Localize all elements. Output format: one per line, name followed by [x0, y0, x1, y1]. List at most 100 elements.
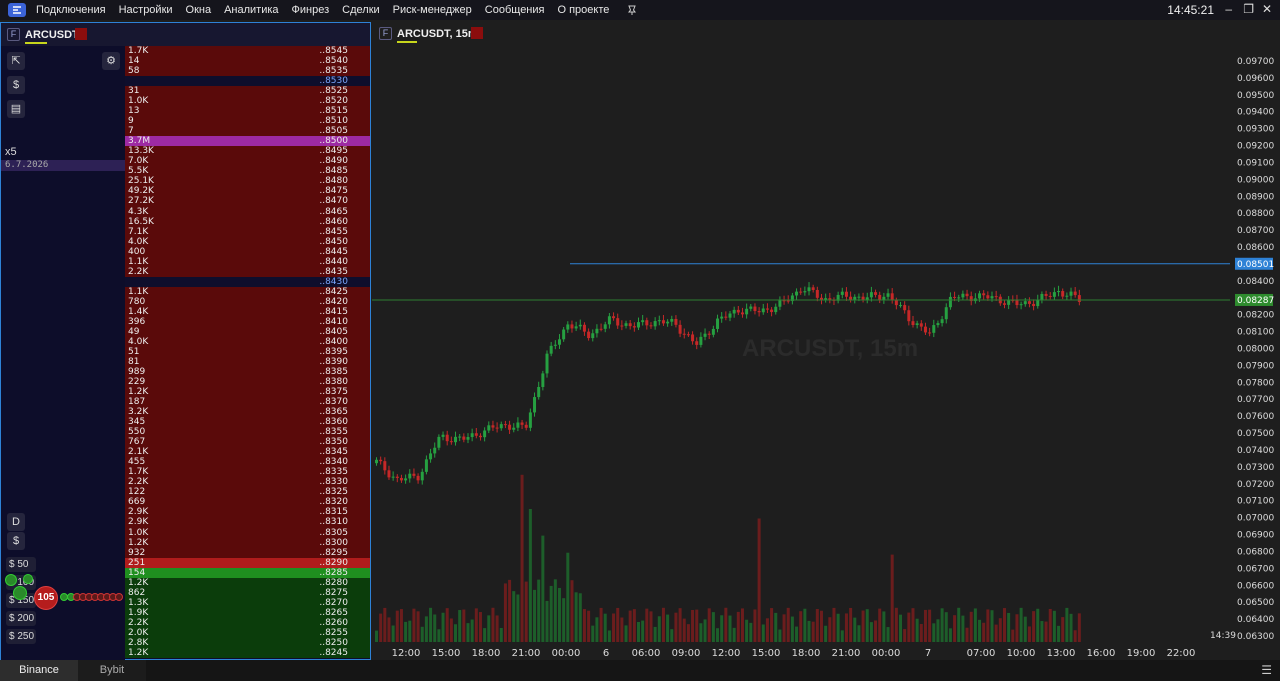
tab-binance[interactable]: Binance [0, 660, 78, 681]
orderbook-row[interactable]: 4.0K ..8400 [125, 336, 370, 347]
orderbook-row[interactable]: 49 ..8405 [125, 326, 370, 337]
orderbook-row[interactable]: 1.7K ..8335 [125, 467, 370, 478]
gear-icon[interactable]: ⚙ [102, 52, 120, 70]
orderbook-row[interactable]: 767 ..8350 [125, 437, 370, 448]
add-chart-icon[interactable]: ⇱ [7, 52, 25, 70]
dollar-icon[interactable]: $ [7, 76, 25, 94]
candle-body [595, 328, 599, 334]
menu-windows[interactable]: Окна [186, 4, 212, 16]
orderbook-row[interactable]: 13.3K ..8495 [125, 146, 370, 157]
minimize-icon[interactable]: – [1225, 2, 1232, 16]
orderbook-row[interactable]: 1.2K ..8280 [125, 577, 370, 588]
orderbook-row[interactable]: 51 ..8395 [125, 346, 370, 357]
price-axis[interactable]: 0.09700 0.09600 0.09500 0.09400 0.09300 0.092… [1235, 57, 1274, 642]
orderbook-row[interactable]: 1.9K ..8265 [125, 607, 370, 618]
orderbook-row[interactable]: 2.1K ..8345 [125, 447, 370, 458]
orderbook-row[interactable]: 81 ..8390 [125, 356, 370, 367]
volume-bar [445, 608, 449, 642]
calculator-icon[interactable]: ▤ [7, 100, 25, 118]
chart-canvas[interactable]: ARCUSDT, 15m 0.09700 0.09600 0.09500 0.0940… [372, 46, 1280, 660]
orderbook-row[interactable]: 2.2K ..8260 [125, 617, 370, 628]
orderbook-row[interactable]: 13 ..8515 [125, 106, 370, 117]
menu-risk-manager[interactable]: Риск-менеджер [393, 4, 472, 16]
candle-body [1077, 295, 1081, 302]
orderbook-row[interactable]: 1.2K ..8375 [125, 387, 370, 398]
orderbook-row[interactable]: 154 ..8285 [125, 567, 370, 578]
pin-icon[interactable] [626, 4, 638, 16]
orderbook-symbol[interactable]: ARCUSDT [25, 29, 79, 41]
orderbook-row[interactable]: 7.1K ..8455 [125, 226, 370, 237]
orderbook-row[interactable]: 58 ..8535 [125, 66, 370, 77]
orderbook-row[interactable]: 455 ..8340 [125, 457, 370, 468]
orderbook-row[interactable]: 7 ..8505 [125, 126, 370, 137]
leverage-multiplier[interactable]: x5 [5, 146, 17, 158]
orderbook-row[interactable]: ..8430 [125, 276, 370, 287]
orderbook-row[interactable]: 14 ..8540 [125, 56, 370, 67]
orderbook-row[interactable]: 1.1K ..8440 [125, 256, 370, 267]
orderbook-row[interactable]: 1.4K ..8415 [125, 306, 370, 317]
orderbook-row[interactable]: 400 ..8445 [125, 246, 370, 257]
orderbook-row[interactable]: 1.0K ..8520 [125, 96, 370, 107]
orderbook-row[interactable]: 187 ..8370 [125, 397, 370, 408]
orderbook-row[interactable]: 396 ..8410 [125, 316, 370, 327]
list-icon[interactable]: ☰ [1261, 663, 1272, 677]
price-chart[interactable]: ARCUSDT, 15m 0.09700 0.09600 0.09500 0.0940… [372, 46, 1280, 660]
orderbook-row[interactable]: 669 ..8320 [125, 497, 370, 508]
orderbook-row[interactable]: 345 ..8360 [125, 417, 370, 428]
candle-body [928, 332, 932, 334]
orderbook-row[interactable]: 989 ..8385 [125, 367, 370, 378]
orderbook-row[interactable]: 5.5K ..8485 [125, 166, 370, 177]
chart-title[interactable]: ARCUSDT, 15m [397, 28, 478, 40]
amount-250-button[interactable]: $ 250 [6, 629, 36, 644]
orderbook-row[interactable]: 25.1K ..8480 [125, 176, 370, 187]
mode-d-button[interactable]: D [7, 513, 25, 531]
orderbook-row[interactable]: 1.1K ..8425 [125, 286, 370, 297]
orderbook-row[interactable]: 4.3K ..8465 [125, 206, 370, 217]
orderbook-row[interactable]: 7.0K ..8490 [125, 156, 370, 167]
amount-50-button[interactable]: $ 50 [6, 557, 36, 572]
orderbook-row[interactable]: 3.7M ..8500 [125, 136, 370, 147]
menu-connections[interactable]: Подключения [36, 4, 106, 16]
orderbook-row[interactable]: 1.7K ..8545 [125, 46, 370, 57]
orderbook-row[interactable]: 251 ..8290 [125, 557, 370, 568]
menu-settings[interactable]: Настройки [119, 4, 173, 16]
restore-icon[interactable]: ❐ [1243, 2, 1254, 16]
menu-analytics[interactable]: Аналитика [224, 4, 278, 16]
orderbook-row[interactable]: 27.2K ..8470 [125, 196, 370, 207]
orderbook-row[interactable]: 780 ..8420 [125, 296, 370, 307]
chart-color-marker[interactable] [471, 27, 483, 39]
orderbook-row[interactable]: 49.2K ..8475 [125, 186, 370, 197]
orderbook-row[interactable]: 1.2K ..8300 [125, 537, 370, 548]
time-tick-label: 00:00 [552, 648, 581, 659]
orderbook-row[interactable]: 31 ..8525 [125, 86, 370, 97]
orderbook-row[interactable]: 3.2K ..8365 [125, 407, 370, 418]
orderbook-row[interactable]: 2.9K ..8310 [125, 517, 370, 528]
orderbook-row[interactable]: 16.5K ..8460 [125, 216, 370, 227]
orderbook-row[interactable]: 1.2K ..8245 [125, 647, 370, 658]
tab-bybit[interactable]: Bybit [78, 660, 146, 681]
price-tick-label: 0.09100 [1237, 158, 1274, 168]
orderbook-row[interactable]: 2.0K ..8255 [125, 627, 370, 638]
orderbook-row[interactable]: 1.3K ..8270 [125, 597, 370, 608]
orderbook-row[interactable]: 4.0K ..8450 [125, 236, 370, 247]
orderbook-row[interactable]: 2.9K ..8315 [125, 507, 370, 518]
orderbook-row[interactable]: 2.2K ..8435 [125, 266, 370, 277]
orderbook-row[interactable]: 122 ..8325 [125, 487, 370, 498]
close-icon[interactable]: ✕ [1262, 2, 1272, 16]
menu-messages[interactable]: Сообщения [485, 4, 545, 16]
orderbook-row[interactable]: 2.8K ..8250 [125, 637, 370, 648]
orderbook-row[interactable]: 862 ..8275 [125, 587, 370, 598]
menu-trades[interactable]: Сделки [342, 4, 380, 16]
menu-about[interactable]: О проекте [557, 4, 609, 16]
orderbook-row[interactable]: 9 ..8510 [125, 116, 370, 127]
orderbook-row[interactable]: 550 ..8355 [125, 427, 370, 438]
dollar-mode-button[interactable]: $ [7, 532, 25, 550]
orderbook-row[interactable]: 1.0K ..8305 [125, 527, 370, 538]
orderbook-row[interactable]: 2.2K ..8330 [125, 477, 370, 488]
orderbook-row[interactable]: 229 ..8380 [125, 377, 370, 388]
color-marker[interactable] [75, 28, 87, 40]
menu-finres[interactable]: Финрез [292, 4, 330, 16]
orderbook-row[interactable]: 932 ..8295 [125, 547, 370, 558]
amount-200-button[interactable]: $ 200 [6, 611, 36, 626]
orderbook-row[interactable]: ..8530 [125, 76, 370, 87]
